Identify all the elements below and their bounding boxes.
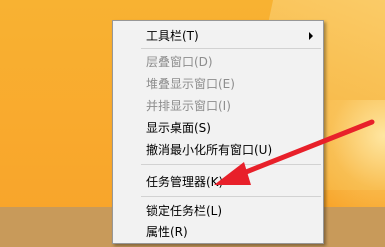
menu-item-properties[interactable]: 属性(R) bbox=[113, 222, 323, 242]
menu-item-label: 锁定任务栏(L) bbox=[146, 204, 223, 218]
menu-item-label: 层叠窗口(D) bbox=[146, 55, 213, 69]
menu-item-lock-taskbar[interactable]: 锁定任务栏(L) bbox=[113, 201, 323, 221]
menu-item-toolbars[interactable]: 工具栏(T) bbox=[113, 26, 323, 46]
menu-item-show-desktop[interactable]: 显示桌面(S) bbox=[113, 118, 323, 138]
taskbar-context-menu: 工具栏(T) 层叠窗口(D) 堆叠显示窗口(E) 并排显示窗口(I) 显示桌面(… bbox=[112, 20, 324, 244]
menu-item-label: 属性(R) bbox=[146, 225, 188, 239]
menu-item-label: 任务管理器(K) bbox=[146, 175, 224, 189]
menu-separator bbox=[141, 48, 321, 49]
menu-item-side-by-side: 并排显示窗口(I) bbox=[113, 96, 323, 116]
menu-item-label: 显示桌面(S) bbox=[146, 121, 211, 135]
menu-item-label: 工具栏(T) bbox=[146, 29, 199, 43]
submenu-arrow-icon bbox=[309, 32, 313, 40]
menu-separator bbox=[141, 196, 321, 197]
menu-separator bbox=[141, 164, 321, 165]
menu-item-task-manager[interactable]: 任务管理器(K) bbox=[113, 172, 323, 192]
menu-item-stack-windows: 堆叠显示窗口(E) bbox=[113, 74, 323, 94]
menu-item-label: 撤消最小化所有窗口(U) bbox=[146, 143, 273, 157]
menu-item-cascade-windows: 层叠窗口(D) bbox=[113, 52, 323, 72]
menu-item-label: 并排显示窗口(I) bbox=[146, 99, 231, 113]
menu-item-undo-minimize-all[interactable]: 撤消最小化所有窗口(U) bbox=[113, 140, 323, 160]
menu-item-label: 堆叠显示窗口(E) bbox=[146, 77, 235, 91]
